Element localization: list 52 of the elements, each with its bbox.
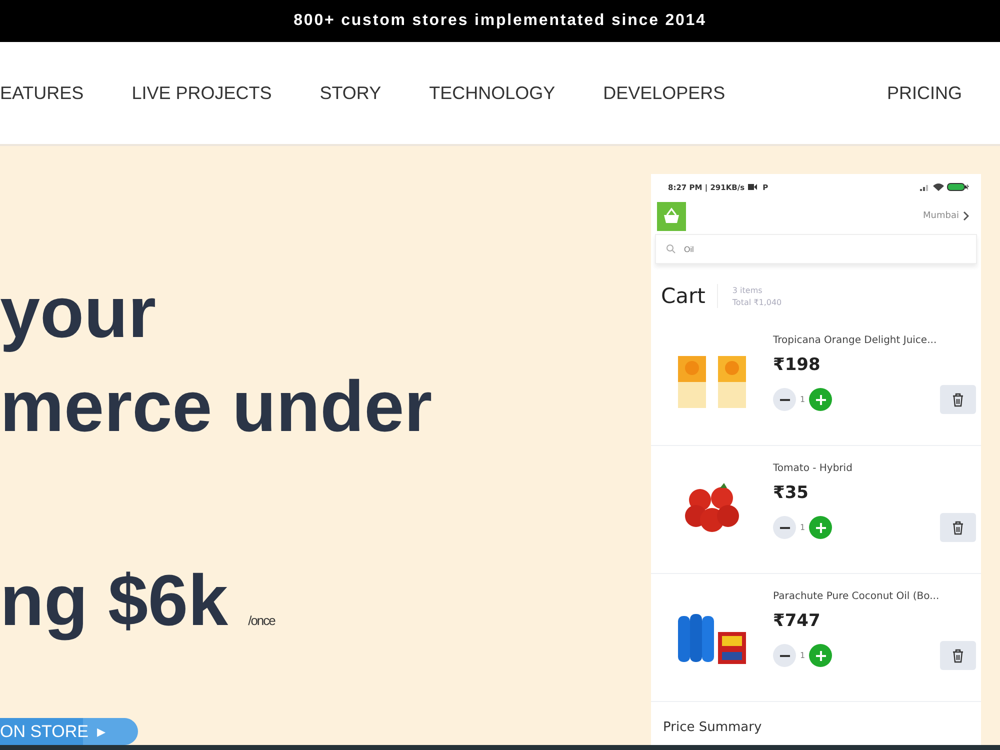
location-link[interactable]: Mumbai [923,211,969,221]
increase-button[interactable] [809,644,832,667]
minus-icon [780,398,790,400]
plus-icon [816,522,826,532]
product-price: ₹198 [773,355,822,375]
nav-link[interactable]: STORY [320,82,382,104]
delete-button[interactable] [940,385,976,414]
increase-button[interactable] [809,388,832,411]
wifi-icon [933,183,944,191]
product-price: ₹747 [773,611,822,631]
product-name: Tomato - Hybrid [773,463,854,474]
search-field[interactable]: Oil [684,235,966,263]
cart-total: Total ₹1,040 [732,298,782,306]
battery-icon [947,183,969,191]
decrease-button[interactable] [773,644,796,667]
decrease-button[interactable] [773,388,796,411]
nav-link[interactable]: LIVE PROJECTS [132,82,272,104]
trash-icon [952,648,964,662]
item-count: 3 items [732,286,764,294]
nav-link[interactable]: TECHNOLOGY [429,82,556,104]
price-suffix: /once [248,613,275,628]
nav-link[interactable]: EATURES [0,82,84,104]
delete-button[interactable] [940,513,976,542]
announcement-text: 800+ custom stores implementated since 2014 [294,12,706,30]
minus-icon [780,654,790,656]
nav-link[interactable]: PRICING [886,82,962,104]
hero-heading: your [0,272,158,355]
summary-title: Price Summary [662,719,763,735]
quantity-text: 1 [800,651,806,660]
plus-icon [816,650,826,660]
signal-icon [920,184,930,190]
video-icon [748,184,757,190]
search-field[interactable]: Oil [655,234,977,264]
increase-button[interactable] [809,516,832,539]
chevron-icon [963,211,969,221]
trash-icon [952,520,964,534]
product-price: ₹35 [773,483,810,503]
minus-icon [780,526,790,528]
cart-title: Cart [661,284,718,308]
trash-icon [952,392,964,406]
price-heading: ng $6k [0,560,228,643]
product-name: Parachute Pure Coconut Oil (Bo... [773,591,940,602]
hero-heading: merce under [0,366,434,449]
plus-icon [816,394,826,404]
nav-link[interactable]: DEVELOPERS [603,82,726,104]
quantity-text: 1 [800,395,806,404]
decrease-button[interactable] [773,516,796,539]
delete-button[interactable] [940,641,976,670]
search-icon [666,244,676,254]
product-name: Tropicana Orange Delight Juice... [773,335,938,346]
quantity-text: 1 [800,523,806,532]
basket-logo [657,202,686,230]
